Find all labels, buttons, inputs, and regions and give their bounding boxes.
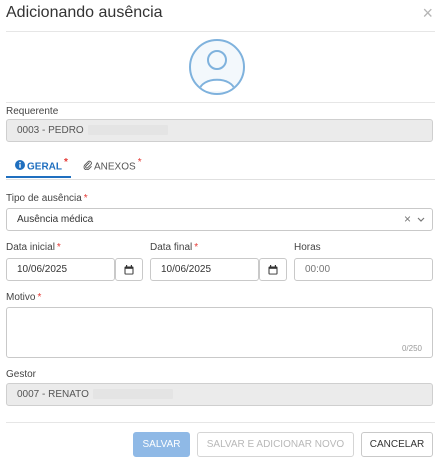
tabs-divider (6, 179, 435, 180)
save-and-add-new-button[interactable]: SALVAR E ADICIONAR NOVO (197, 432, 354, 457)
motivo-required: * (37, 292, 42, 303)
redacted-name (92, 389, 173, 400)
tab-anexos[interactable]: ANEXOS * (83, 157, 142, 172)
footer-divider (6, 422, 435, 423)
tipo-ausencia-value: Ausência médica (17, 214, 94, 225)
redacted-name (87, 125, 168, 136)
gestor-value: 0007 - RENATO (17, 389, 89, 400)
cancel-button[interactable]: CANCELAR (361, 432, 433, 457)
tipo-ausencia-label-text: Tipo de ausência (6, 193, 82, 204)
user-icon (198, 50, 236, 92)
requerente-field: 0003 - PEDRO (6, 119, 433, 142)
tab-geral-label: GERAL (27, 161, 62, 173)
tab-geral[interactable]: GERAL * (15, 157, 68, 172)
horas-label: Horas (294, 242, 321, 253)
data-final-label-text: Data final (150, 242, 193, 253)
data-final-label: Data final * (150, 242, 198, 253)
tipo-ausencia-label: Tipo de ausência * (6, 193, 88, 204)
motivo-label: Motivo * (6, 292, 41, 303)
data-inicial-label: Data inicial * (6, 242, 61, 253)
tipo-ausencia-select[interactable]: Ausência médica × (6, 208, 433, 231)
save-button[interactable]: SALVAR (133, 432, 190, 457)
tab-anexos-required: * (137, 157, 142, 168)
tab-anexos-label: ANEXOS (94, 161, 136, 173)
horas-input[interactable] (294, 258, 433, 281)
close-icon[interactable]: × (422, 3, 433, 23)
gestor-label: Gestor (6, 369, 37, 380)
avatar-divider (6, 102, 435, 103)
motivo-char-counter: 0/250 (401, 344, 422, 353)
dialog-header: Adicionando ausência × (0, 0, 441, 30)
chevron-down-icon[interactable] (417, 217, 425, 223)
data-final-required: * (194, 242, 199, 253)
dialog-title: Adicionando ausência (6, 4, 163, 21)
active-tab-indicator (6, 176, 71, 178)
data-inicial-value: 10/06/2025 (17, 264, 68, 275)
motivo-label-text: Motivo (6, 292, 36, 303)
clear-icon[interactable]: × (404, 209, 411, 230)
motivo-textarea[interactable]: 0/250 (6, 307, 433, 358)
info-icon (15, 160, 25, 171)
requerente-value: 0003 - PEDRO (17, 125, 84, 136)
tipo-ausencia-required: * (83, 193, 88, 204)
avatar[interactable] (189, 39, 245, 95)
requerente-label: Requerente (6, 106, 59, 117)
data-inicial-input[interactable]: 10/06/2025 (6, 258, 115, 281)
data-final-input[interactable]: 10/06/2025 (150, 258, 259, 281)
tab-geral-required: * (64, 157, 68, 168)
header-divider (6, 31, 435, 32)
calendar-icon (268, 265, 278, 275)
data-inicial-calendar-button[interactable] (115, 258, 143, 281)
gestor-field: 0007 - RENATO (6, 383, 433, 406)
data-final-calendar-button[interactable] (259, 258, 287, 281)
paperclip-icon (83, 161, 92, 171)
data-final-value: 10/06/2025 (161, 264, 212, 275)
data-inicial-required: * (56, 242, 61, 253)
data-inicial-label-text: Data inicial (6, 242, 55, 253)
calendar-icon (124, 265, 134, 275)
